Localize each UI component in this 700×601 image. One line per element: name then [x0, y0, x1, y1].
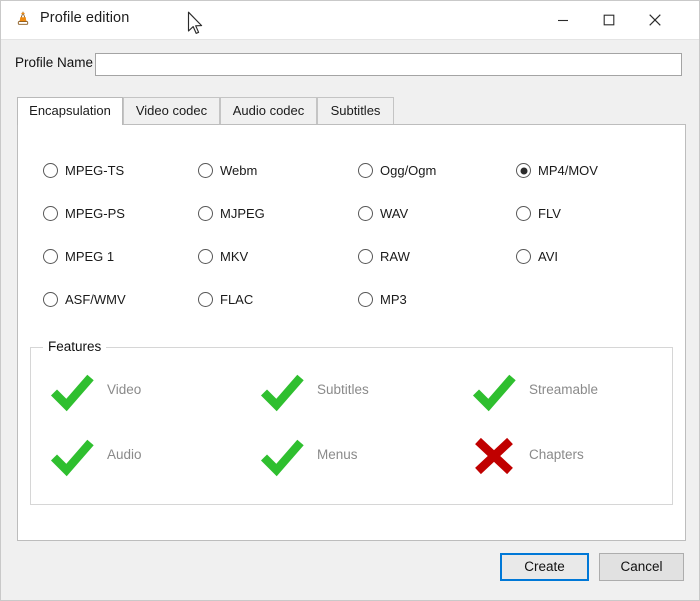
features-legend: Features	[43, 339, 106, 354]
profile-edition-dialog: Profile edition Profile Name Encapsulati…	[0, 0, 700, 601]
maximize-icon	[603, 14, 615, 26]
tab-encapsulation[interactable]: Encapsulation	[17, 97, 123, 125]
radio-unselected-icon	[43, 206, 58, 221]
feature-label: Streamable	[529, 382, 598, 397]
create-button[interactable]: Create	[500, 553, 589, 581]
check-icon	[259, 368, 305, 414]
minimize-button[interactable]	[540, 1, 586, 39]
radio-label: AVI	[538, 247, 558, 266]
feature-label: Menus	[317, 447, 358, 462]
close-icon	[649, 14, 662, 27]
radio-label: MP4/MOV	[538, 161, 598, 180]
feature-label: Subtitles	[317, 382, 369, 397]
radio-unselected-icon	[198, 206, 213, 221]
radio-unselected-icon	[198, 292, 213, 307]
radio-label: WAV	[380, 204, 408, 223]
check-icon	[49, 368, 95, 414]
feature-label: Video	[107, 382, 141, 397]
features-groupbox: Features VideoAudioSubtitlesMenusStreama…	[30, 347, 673, 505]
profile-name-label: Profile Name	[15, 55, 93, 70]
radio-label: Webm	[220, 161, 257, 180]
cancel-button[interactable]: Cancel	[599, 553, 684, 581]
radio-label: MP3	[380, 290, 407, 309]
radio-unselected-icon	[43, 292, 58, 307]
radio-selected-icon	[516, 163, 531, 178]
vlc-cone-icon	[13, 10, 33, 30]
window-title: Profile edition	[40, 10, 129, 26]
radio-label: MPEG-TS	[65, 161, 124, 180]
feature-label: Chapters	[529, 447, 584, 462]
radio-label: RAW	[380, 247, 410, 266]
tab-subtitles[interactable]: Subtitles	[317, 97, 394, 124]
check-icon	[49, 433, 95, 479]
radio-label: FLAC	[220, 290, 253, 309]
radio-unselected-icon	[198, 249, 213, 264]
tab-audio-codec[interactable]: Audio codec	[220, 97, 317, 124]
radio-unselected-icon	[516, 206, 531, 221]
title-bar: Profile edition	[1, 1, 700, 40]
radio-unselected-icon	[358, 206, 373, 221]
close-button[interactable]	[632, 1, 678, 39]
maximize-button[interactable]	[586, 1, 632, 39]
radio-unselected-icon	[43, 249, 58, 264]
check-icon	[259, 433, 305, 479]
radio-unselected-icon	[358, 292, 373, 307]
check-icon	[259, 368, 305, 414]
check-icon	[259, 433, 305, 479]
check-icon	[49, 433, 95, 479]
radio-unselected-icon	[516, 249, 531, 264]
radio-unselected-icon	[358, 249, 373, 264]
radio-label: MJPEG	[220, 204, 265, 223]
radio-unselected-icon	[358, 163, 373, 178]
check-icon	[49, 368, 95, 414]
radio-label: MPEG 1	[65, 247, 114, 266]
radio-label: MPEG-PS	[65, 204, 125, 223]
radio-label: ASF/WMV	[65, 290, 126, 309]
cross-icon	[471, 433, 517, 479]
radio-label: Ogg/Ogm	[380, 161, 436, 180]
check-icon	[471, 368, 517, 414]
radio-unselected-icon	[198, 163, 213, 178]
check-icon	[471, 368, 517, 414]
feature-label: Audio	[107, 447, 142, 462]
radio-unselected-icon	[43, 163, 58, 178]
cross-icon	[471, 433, 517, 479]
radio-label: MKV	[220, 247, 248, 266]
encapsulation-tab-panel: MPEG-TS MPEG-PS MPEG 1 ASF/WMV Webm MJPEG MKV F…	[17, 124, 686, 541]
profile-name-input[interactable]	[95, 53, 682, 76]
radio-label: FLV	[538, 204, 561, 223]
tab-video-codec[interactable]: Video codec	[123, 97, 220, 124]
minimize-icon	[557, 14, 569, 26]
